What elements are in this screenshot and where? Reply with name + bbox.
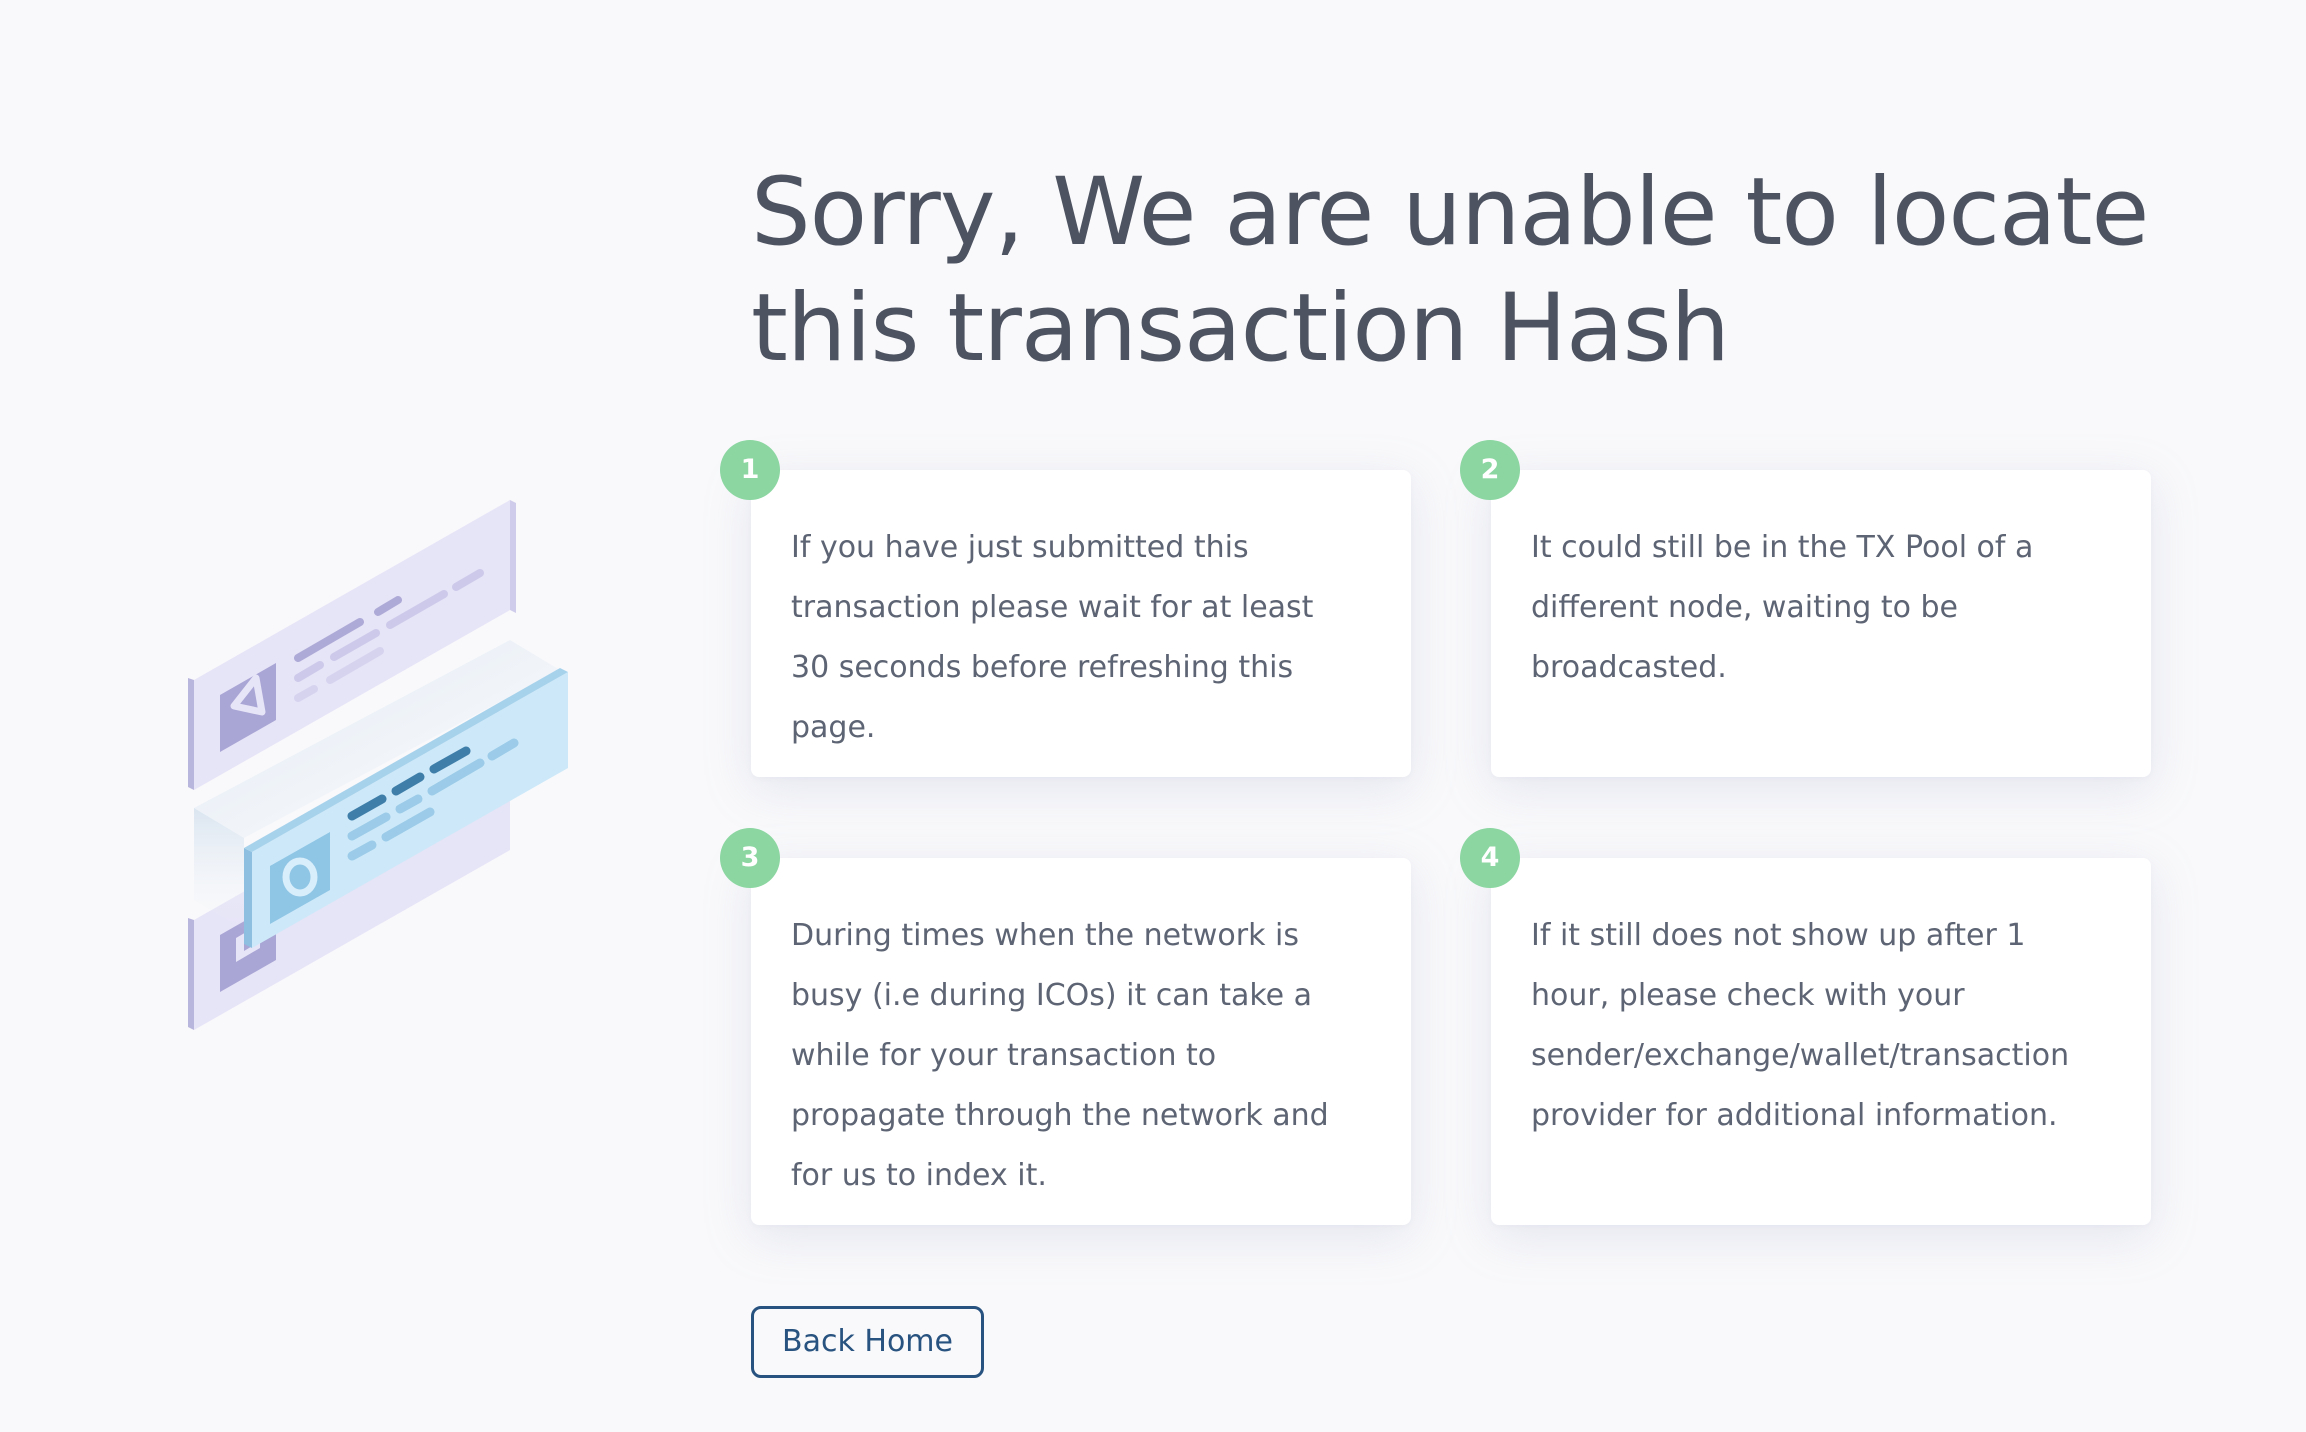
card-text: It could still be in the TX Pool of a di… — [1531, 530, 2034, 685]
back-home-button[interactable]: Back Home — [751, 1306, 984, 1378]
step-number-badge: 1 — [720, 440, 780, 500]
transaction-cards-illustration — [180, 490, 600, 1050]
info-card: 1 If you have just submitted this transa… — [720, 440, 1411, 777]
info-card: 2 It could still be in the TX Pool of a … — [1460, 440, 2151, 777]
page-title: Sorry, We are unable to locate this tran… — [751, 158, 2149, 383]
stacked-transaction-cards-icon — [188, 500, 568, 1030]
step-number-badge: 4 — [1460, 828, 1520, 888]
card-text: During times when the network is busy (i… — [791, 918, 1329, 1193]
step-number-badge: 2 — [1460, 440, 1520, 500]
info-card: 3 During times when the network is busy … — [720, 828, 1411, 1225]
step-number-badge: 3 — [720, 828, 780, 888]
info-card: 4 If it still does not show up after 1 h… — [1460, 828, 2151, 1225]
card-text: If it still does not show up after 1 hou… — [1531, 918, 2070, 1133]
card-text: If you have just submitted this transact… — [791, 530, 1314, 745]
